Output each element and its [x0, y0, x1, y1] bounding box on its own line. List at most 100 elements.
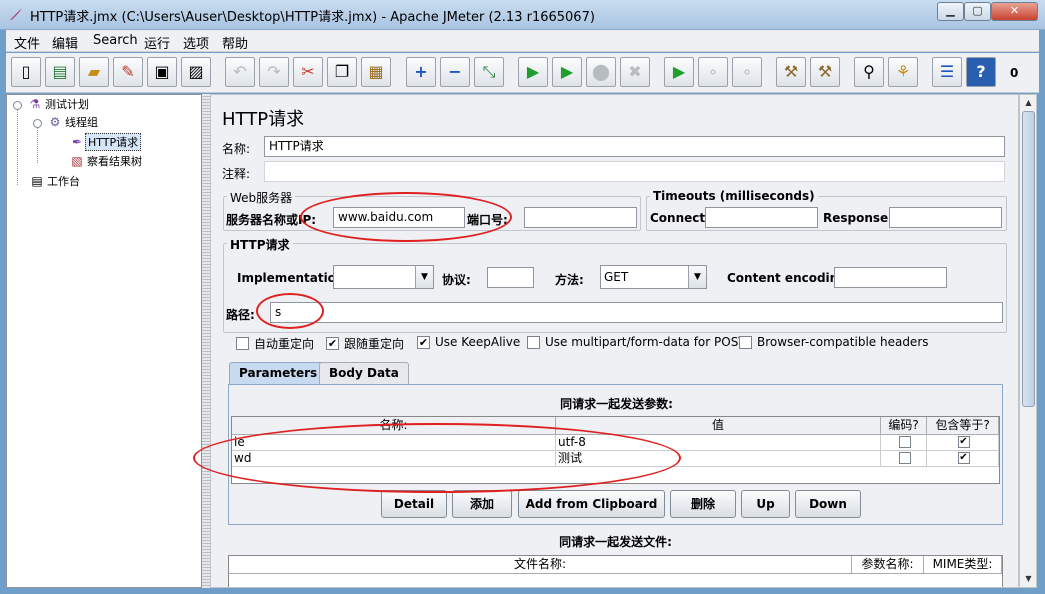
keepalive-checkbox[interactable]: ✔ Use KeepAlive — [417, 335, 520, 349]
table-cell-name[interactable]: ie — [232, 435, 556, 451]
table-cell-encode[interactable] — [881, 435, 927, 451]
vertical-scrollbar[interactable]: ▲ ▼ — [1019, 94, 1037, 588]
start-no-timers-icon[interactable]: ▶ — [552, 57, 582, 87]
clear-all-icon[interactable]: ⚒ — [810, 57, 840, 87]
split-pane-divider[interactable] — [202, 94, 210, 588]
expand-icon[interactable]: + — [406, 57, 436, 87]
remote-start-icon[interactable]: ▶ — [664, 57, 694, 87]
remote-stop-icon[interactable]: ∘ — [698, 57, 728, 87]
scroll-down-icon[interactable]: ▼ — [1021, 571, 1036, 586]
tree-toggle[interactable] — [33, 119, 42, 128]
add-button[interactable]: 添加 — [452, 490, 512, 518]
clear-icon[interactable]: ⚒ — [776, 57, 806, 87]
params-caption: 同请求一起发送参数: — [560, 397, 673, 411]
undo-icon[interactable]: ↶ — [225, 57, 255, 87]
copy-icon[interactable]: ❐ — [327, 57, 357, 87]
response-timeout-field[interactable] — [889, 207, 1002, 228]
connect-timeout-field[interactable] — [705, 207, 818, 228]
path-field[interactable]: s — [270, 302, 1003, 323]
path-label: 路径: — [226, 308, 255, 322]
redo-icon[interactable]: ↷ — [259, 57, 289, 87]
column-header-file-name[interactable]: 文件名称: — [229, 556, 852, 574]
tree-node-http-request[interactable]: ✒ HTTP请求 — [69, 133, 142, 151]
table-cell-include-equals[interactable]: ✔ — [927, 451, 999, 467]
tab-body-data[interactable]: Body Data — [319, 362, 409, 384]
browser-compatible-checkbox[interactable]: Browser-compatible headers — [739, 335, 929, 349]
method-select[interactable]: GET ▼ — [600, 265, 707, 289]
menu-file[interactable]: 文件 — [14, 33, 40, 52]
multipart-checkbox[interactable]: Use multipart/form-data for POST — [527, 335, 746, 349]
minimize-button[interactable]: ▁ — [937, 2, 964, 21]
close-file-icon[interactable]: ✎ — [113, 57, 143, 87]
table-cell-value[interactable]: utf-8 — [556, 435, 881, 451]
delete-button[interactable]: 删除 — [670, 490, 736, 518]
function-helper-icon[interactable]: ☰ — [932, 57, 962, 87]
files-caption: 同请求一起发送文件: — [559, 535, 672, 549]
column-header-value[interactable]: 值 — [556, 417, 881, 435]
collapse-icon[interactable]: − — [440, 57, 470, 87]
tree-node-workbench[interactable]: ▤ 工作台 — [29, 172, 82, 190]
table-cell-encode[interactable] — [881, 451, 927, 467]
column-header-include-equals[interactable]: 包含等于? — [927, 417, 999, 435]
checkbox-label: Browser-compatible headers — [757, 335, 929, 349]
column-header-name[interactable]: 名称: — [232, 417, 556, 435]
save-icon[interactable]: ▣ — [147, 57, 177, 87]
checkbox-label: 跟随重定向 — [344, 337, 405, 351]
table-cell-include-equals[interactable]: ✔ — [927, 435, 999, 451]
add-from-clipboard-button[interactable]: Add from Clipboard — [518, 490, 665, 518]
scroll-up-icon[interactable]: ▲ — [1021, 95, 1036, 110]
menu-search[interactable]: Search — [93, 33, 138, 48]
up-button[interactable]: Up — [741, 490, 790, 518]
http-request-panel: HTTP请求 名称: HTTP请求 注释: Web服务器 服务器名称或IP: w… — [210, 94, 1019, 588]
panel-title: HTTP请求 — [222, 109, 305, 130]
protocol-field[interactable] — [487, 267, 534, 288]
timeouts-legend: Timeouts (milliseconds) — [650, 189, 818, 203]
help-icon[interactable]: ? — [966, 57, 996, 87]
tree-node-test-plan[interactable]: ⚗ 测试计划 — [27, 95, 91, 113]
checkbox-box — [898, 436, 911, 448]
cut-icon[interactable]: ✂ — [293, 57, 323, 87]
save-as-icon[interactable]: ▨ — [181, 57, 211, 87]
stop-icon[interactable]: ⬤ — [586, 57, 616, 87]
follow-redirects-checkbox[interactable]: ✔ 跟随重定向 — [326, 335, 404, 352]
templates-icon[interactable]: ▤ — [45, 57, 75, 87]
table-cell-value[interactable]: 测试 — [556, 451, 881, 467]
port-field[interactable] — [524, 207, 637, 228]
jmeter-feather-icon — [10, 8, 22, 20]
comments-field[interactable] — [264, 161, 1005, 182]
menu-run[interactable]: 运行 — [144, 33, 170, 52]
menu-help[interactable]: 帮助 — [222, 33, 248, 52]
column-header-encode[interactable]: 编码? — [881, 417, 927, 435]
new-icon[interactable]: ▯ — [11, 57, 41, 87]
implementation-select[interactable]: ▼ — [333, 265, 434, 289]
checkbox-box — [739, 335, 752, 349]
scrollbar-thumb[interactable] — [1022, 111, 1035, 407]
down-button[interactable]: Down — [795, 490, 861, 518]
tab-parameters[interactable]: Parameters — [229, 362, 328, 384]
column-header-param-name[interactable]: 参数名称: — [852, 556, 924, 574]
detail-button[interactable]: Detail — [381, 490, 447, 518]
search-icon[interactable]: ⚲ — [854, 57, 884, 87]
tree-toggle[interactable] — [13, 101, 22, 110]
maximize-button[interactable]: ▢ — [964, 2, 991, 21]
window-title: HTTP请求.jmx (C:\Users\Auser\Desktop\HTTP请… — [30, 10, 595, 25]
checkbox-box — [527, 335, 540, 349]
tree-node-results-tree[interactable]: ▧ 察看结果树 — [69, 152, 144, 170]
table-cell-name[interactable]: wd — [232, 451, 556, 467]
start-icon[interactable]: ▶ — [518, 57, 548, 87]
name-field[interactable]: HTTP请求 — [264, 136, 1005, 157]
reset-search-icon[interactable]: ⚘ — [888, 57, 918, 87]
column-header-mime-type[interactable]: MIME类型: — [924, 556, 1002, 574]
menu-options[interactable]: 选项 — [183, 33, 209, 52]
close-button[interactable]: ✕ — [991, 2, 1038, 21]
auto-redirect-checkbox[interactable]: 自动重定向 — [236, 335, 314, 352]
paste-icon[interactable]: ▦ — [361, 57, 391, 87]
shutdown-icon[interactable]: ✖ — [620, 57, 650, 87]
remote-shutdown-icon[interactable]: ∘ — [732, 57, 762, 87]
open-icon[interactable]: ▰ — [79, 57, 109, 87]
menu-edit[interactable]: 编辑 — [52, 33, 78, 52]
server-name-field[interactable]: www.baidu.com — [333, 207, 465, 228]
content-encoding-field[interactable] — [834, 267, 947, 288]
toggle-icon[interactable]: ⤡ — [474, 57, 504, 87]
tree-node-thread-group[interactable]: ⚙ 线程组 — [47, 113, 100, 131]
